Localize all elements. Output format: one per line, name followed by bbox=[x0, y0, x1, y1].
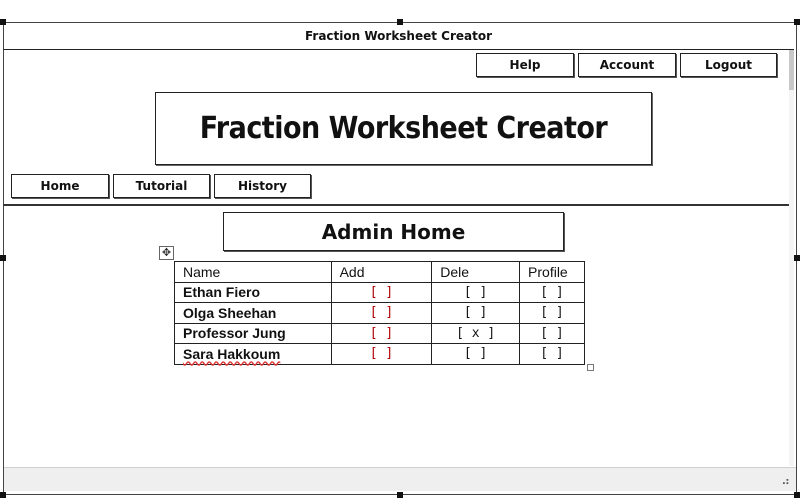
profile-checkbox[interactable]: [ ] bbox=[519, 343, 585, 365]
table-header-row: Name Add Dele Profile bbox=[174, 261, 585, 283]
help-button[interactable]: Help bbox=[476, 53, 574, 77]
header-profile: Profile bbox=[519, 261, 585, 283]
window-title: Fraction Worksheet Creator bbox=[304, 29, 493, 43]
user-name-text: Sara Hakkoum bbox=[183, 345, 281, 362]
user-name: Professor Jung bbox=[174, 322, 332, 344]
selection-handle-top-right[interactable] bbox=[794, 19, 800, 25]
app-banner-title: Fraction Worksheet Creator bbox=[155, 92, 652, 165]
add-checkbox[interactable]: [ ] bbox=[330, 343, 433, 365]
header-add: Add bbox=[330, 261, 433, 283]
delete-checkbox[interactable]: [ x ] bbox=[431, 322, 521, 344]
profile-checkbox[interactable]: [ ] bbox=[519, 322, 585, 344]
logout-button[interactable]: Logout bbox=[680, 53, 777, 77]
nav-tutorial-button[interactable]: Tutorial bbox=[113, 174, 210, 198]
table-row: Olga Sheehan [ ] [ ] [ ] bbox=[174, 302, 585, 324]
nav-divider bbox=[3, 204, 794, 206]
selection-handle-top-left[interactable] bbox=[0, 19, 6, 25]
users-table: Name Add Dele Profile Ethan Fiero [ ] [ … bbox=[174, 261, 585, 365]
selection-handle-right[interactable] bbox=[794, 255, 800, 261]
account-button[interactable]: Account bbox=[578, 53, 676, 77]
title-divider bbox=[3, 49, 794, 50]
resize-grip-icon[interactable]: ⠴ bbox=[781, 474, 790, 488]
selection-handle-left[interactable] bbox=[0, 255, 6, 261]
nav-home-button[interactable]: Home bbox=[11, 174, 109, 198]
add-checkbox[interactable]: [ ] bbox=[330, 322, 433, 344]
selection-handle-top[interactable] bbox=[397, 19, 403, 25]
selection-handle-bottom[interactable] bbox=[397, 492, 403, 498]
delete-checkbox[interactable]: [ ] bbox=[431, 343, 521, 365]
nav-history-button[interactable]: History bbox=[214, 174, 311, 198]
delete-checkbox[interactable]: [ ] bbox=[431, 281, 521, 303]
move-icon[interactable]: ✥ bbox=[159, 246, 174, 260]
scrollbar-thumb[interactable] bbox=[789, 50, 794, 90]
selection-handle-bottom-left[interactable] bbox=[0, 492, 6, 498]
user-name: Olga Sheehan bbox=[174, 302, 332, 324]
user-name: Sara Hakkoum bbox=[174, 343, 332, 365]
table-resize-handle[interactable] bbox=[587, 364, 594, 371]
table-row: Sara Hakkoum [ ] [ ] [ ] bbox=[174, 343, 585, 365]
add-checkbox[interactable]: [ ] bbox=[330, 281, 433, 303]
user-name: Ethan Fiero bbox=[174, 281, 332, 303]
profile-checkbox[interactable]: [ ] bbox=[519, 281, 585, 303]
selection-handle-bottom-right[interactable] bbox=[794, 492, 800, 498]
delete-checkbox[interactable]: [ ] bbox=[431, 302, 521, 324]
table-row: Ethan Fiero [ ] [ ] [ ] bbox=[174, 281, 585, 303]
status-bar: ⠴ bbox=[4, 467, 796, 491]
header-name: Name bbox=[174, 261, 332, 283]
page-heading: Admin Home bbox=[223, 212, 564, 251]
add-checkbox[interactable]: [ ] bbox=[330, 302, 433, 324]
header-dele: Dele bbox=[431, 261, 521, 283]
table-row: Professor Jung [ ] [ x ] [ ] bbox=[174, 322, 585, 344]
vertical-scrollbar[interactable] bbox=[789, 50, 794, 466]
profile-checkbox[interactable]: [ ] bbox=[519, 302, 585, 324]
